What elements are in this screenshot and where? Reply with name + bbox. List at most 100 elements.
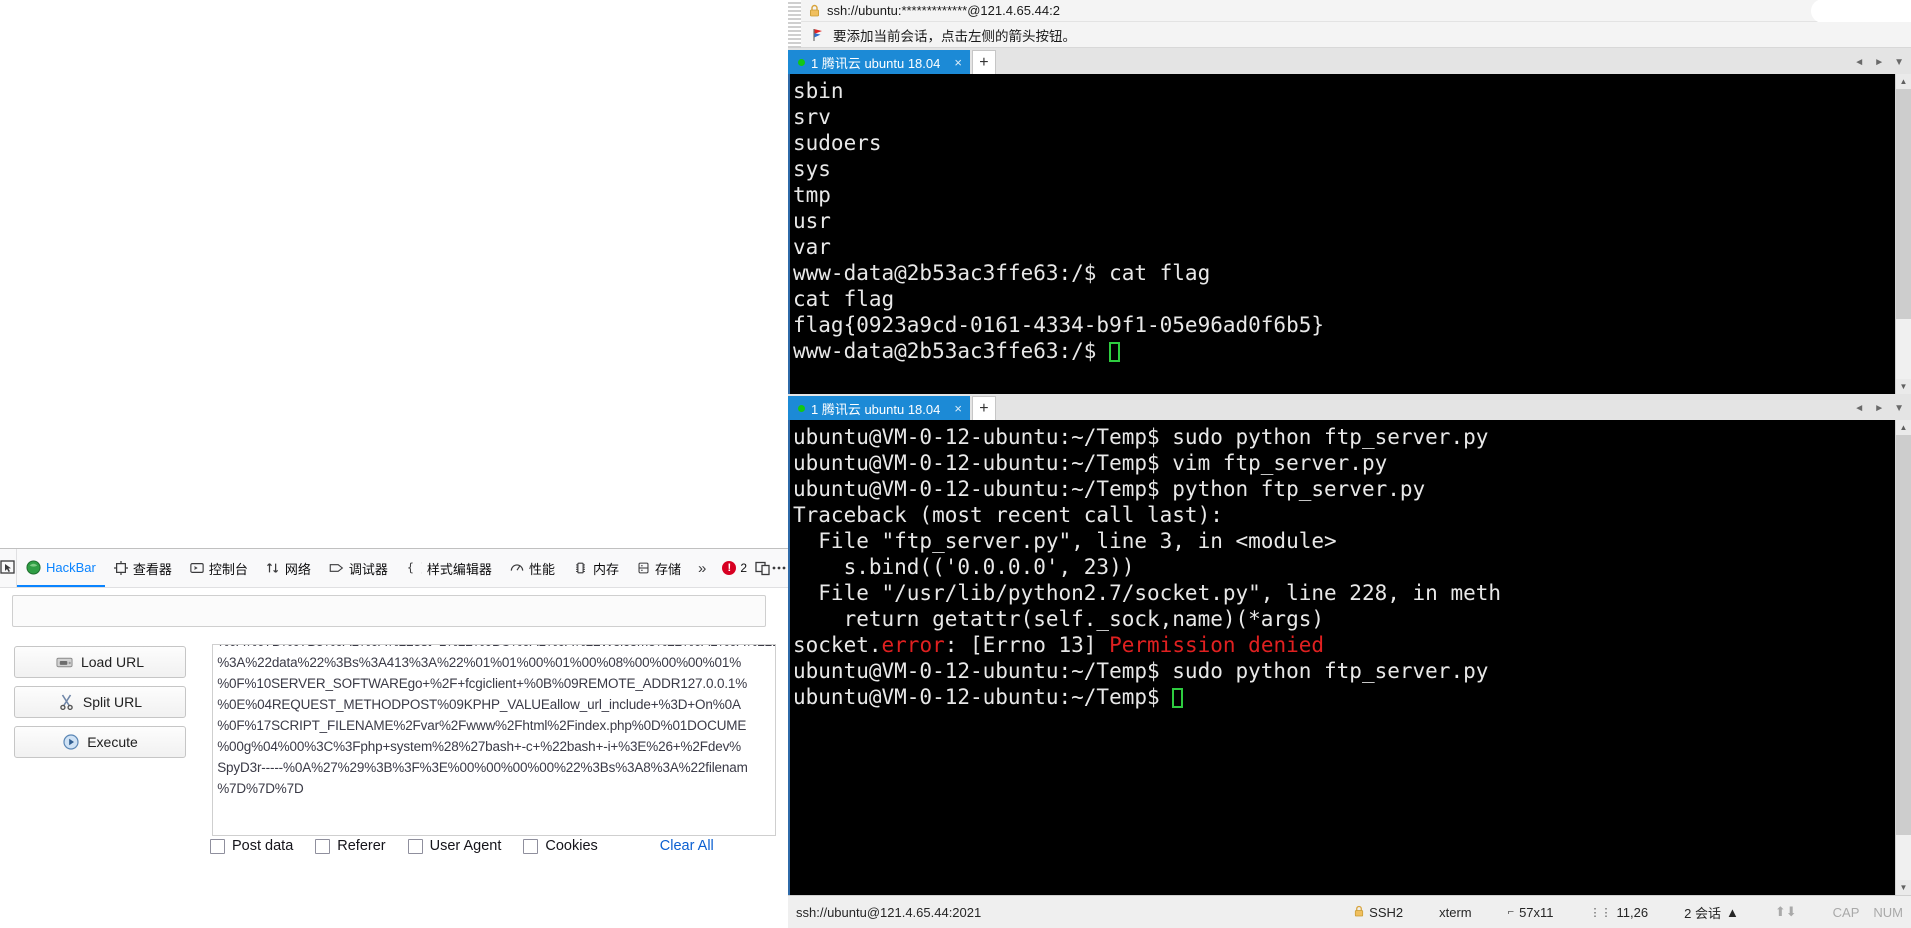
scroll-down-arrow-icon[interactable]: ▼ [1896, 880, 1911, 895]
ssh-tab-label: 1 腾讯云 ubuntu 18.04 [811, 55, 941, 71]
terminal-prompt-line: www-data@2b53ac3ffe63:/$ [793, 338, 1911, 364]
tab-scroll-left-icon[interactable]: ◄ [1854, 403, 1864, 414]
checkbox-post-data[interactable]: Post data [210, 838, 293, 854]
terminal-line: return getattr(self._sock,name)(*args) [793, 607, 1325, 631]
connection-status-dot-icon [798, 404, 805, 412]
terminal-line: ubuntu@VM-0-12-ubuntu:~/Temp$ python ftp… [793, 477, 1426, 501]
terminal-line: sbin [793, 79, 844, 103]
connection-status-dot-icon [798, 58, 805, 66]
download-arrow-icon: ⬇ [1785, 904, 1797, 919]
tab-label: 性能 [528, 561, 555, 577]
terminal-line: ubuntu@VM-0-12-ubuntu:~/Temp$ sudo pytho… [793, 425, 1489, 449]
tab-list-icon[interactable]: ▼ [1894, 403, 1904, 414]
responsive-design-mode-icon[interactable] [755, 549, 771, 587]
upload-arrow-icon: ⬆ [1774, 904, 1786, 919]
tab-debugger[interactable]: 调试器 [320, 549, 397, 587]
ssh-tab-pane-1[interactable]: 1 腾讯云 ubuntu 18.04 × [788, 50, 970, 74]
scroll-up-arrow-icon[interactable]: ▲ [1896, 74, 1911, 89]
terminal-pane-2[interactable]: ubuntu@VM-0-12-ubuntu:~/Temp$ sudo pytho… [788, 420, 1911, 895]
hackbar-payload-textarea[interactable]: %0A%07B%07B5%0A1%0A%223st+1%22%0BC%0A1%0… [212, 644, 776, 836]
ssh-address-bar[interactable]: ssh://ubuntu:*************@121.4.65.44:2 [801, 0, 1911, 23]
element-picker-icon[interactable] [0, 549, 17, 587]
tab-console[interactable]: 控制台 [181, 549, 257, 587]
prompt-text: ubuntu@VM-0-12-ubuntu:~/Temp$ [793, 685, 1173, 709]
devtools-overflow-button[interactable]: » [690, 560, 714, 577]
new-tab-button[interactable]: + [971, 396, 996, 420]
terminal-error-line: socket.error: [Errno 13] Permission deni… [793, 632, 1911, 658]
hackbar-body: Load URL Split URL Execute %3A%22data%22… [0, 636, 788, 836]
checkbox-cookies[interactable]: Cookies [523, 838, 598, 854]
status-terminal-type: xterm [1439, 904, 1472, 920]
web-page-content [0, 0, 788, 548]
split-url-button[interactable]: Split URL [14, 686, 186, 718]
more-options-icon[interactable] [771, 549, 787, 587]
sessions-caret-icon[interactable]: ▲ [1726, 905, 1739, 920]
tab-list-icon[interactable]: ▼ [1894, 57, 1904, 68]
memory-icon [573, 561, 588, 575]
checkbox-label: Cookies [545, 838, 598, 854]
ssh-hint-text: 要添加当前会话，点击左侧的箭头按钮。 [833, 28, 1076, 44]
scrollbar-thumb[interactable] [1896, 435, 1911, 835]
terminal-line: File "ftp_server.py", line 3, in <module… [793, 529, 1337, 553]
status-sessions[interactable]: 2 会话 ▲ [1684, 903, 1739, 922]
checkbox-referer[interactable]: Referer [315, 838, 386, 854]
scroll-down-arrow-icon[interactable]: ▼ [1896, 379, 1911, 394]
devtools-toolbar: HackBar 查看器 控制台 网络 调试器 {样式编辑器 性能 内存 存储 … [0, 549, 788, 588]
tab-inspector[interactable]: 查看器 [105, 549, 181, 587]
terminal-scrollbar-pane-2[interactable]: ▲ ▼ [1895, 420, 1911, 895]
style-editor-icon: { } [406, 561, 422, 575]
terminal-line: s.bind(('0.0.0.0', 23)) [793, 555, 1135, 579]
tab-label: 控制台 [208, 561, 248, 577]
tab-style-editor[interactable]: { } 样式编辑器 [397, 549, 501, 587]
close-icon[interactable]: × [954, 401, 962, 416]
new-tab-button[interactable]: + [971, 50, 996, 74]
svg-text:{ }: { } [407, 561, 422, 575]
tab-label: 查看器 [132, 561, 172, 577]
checkbox-box [315, 838, 331, 854]
ssh-tab-pane-2[interactable]: 1 腾讯云 ubuntu 18.04 × [788, 396, 970, 420]
scroll-up-arrow-icon[interactable]: ▲ [1896, 420, 1911, 435]
terminal-line: www-data@2b53ac3ffe63:/$ cat flag [793, 261, 1211, 285]
hackbar-button-column: Load URL Split URL Execute [0, 636, 202, 836]
tab-performance[interactable]: 性能 [501, 549, 564, 587]
status-sessions-label: 2 会话 [1684, 905, 1721, 921]
clear-all-link[interactable]: Clear All [660, 838, 714, 854]
terminal-line: ubuntu@VM-0-12-ubuntu:~/Temp$ sudo pytho… [793, 659, 1489, 683]
tab-scroll-right-icon[interactable]: ► [1874, 403, 1884, 414]
network-icon [266, 561, 280, 575]
performance-icon [510, 561, 524, 575]
payload-text: %0A%07B%07B5%0A1%0A%223st+1%22%0BC%0A1%0… [217, 645, 775, 796]
terminal-line-flag: flag{0923a9cd-0161-4334-b9f1-05e96ad0f6b… [793, 313, 1325, 337]
hackbar-panel: Load URL Split URL Execute %3A%22data%22… [0, 588, 788, 928]
execute-button[interactable]: Execute [14, 726, 186, 758]
tab-storage[interactable]: 存储 [628, 549, 690, 587]
tab-scroll-right-icon[interactable]: ► [1874, 57, 1884, 68]
tab-scroll-left-icon[interactable]: ◄ [1854, 57, 1864, 68]
error-icon: ! [722, 561, 737, 575]
tab-label: 样式编辑器 [426, 561, 492, 577]
terminal-prompt-line: ubuntu@VM-0-12-ubuntu:~/Temp$ [793, 684, 1911, 710]
checkbox-user-agent[interactable]: User Agent [407, 838, 502, 854]
scrollbar-thumb[interactable] [1896, 89, 1911, 319]
status-cursor-label: 11,26 [1616, 904, 1649, 920]
error-count-badge[interactable]: ! 2 [714, 561, 755, 575]
execute-icon [62, 734, 80, 750]
status-caps-lock: CAP [1832, 904, 1860, 920]
tab-network[interactable]: 网络 [257, 549, 320, 587]
checkbox-label: Referer [337, 838, 386, 854]
terminal-scrollbar-pane-1[interactable]: ▲ ▼ [1895, 74, 1911, 394]
terminal-line: cat flag [793, 287, 895, 311]
terminal-line: srv [793, 105, 831, 129]
ssh-tab-label: 1 腾讯云 ubuntu 18.04 [811, 401, 941, 417]
load-url-button[interactable]: Load URL [14, 646, 186, 678]
tab-memory[interactable]: 内存 [564, 549, 628, 587]
status-protocol: SSH2 [1354, 905, 1403, 920]
terminal-pane-1[interactable]: sbin srv sudoers sys tmp usr var www-dat… [788, 74, 1911, 394]
close-icon[interactable]: × [954, 55, 962, 70]
address-redaction-overlay [1811, 0, 1911, 23]
hackbar-options-row: Post data Referer User Agent Cookies Cle… [0, 838, 788, 854]
console-icon [190, 561, 204, 575]
checkbox-label: User Agent [429, 838, 502, 854]
hackbar-url-input[interactable] [12, 595, 766, 627]
tab-hackbar[interactable]: HackBar [17, 549, 105, 587]
